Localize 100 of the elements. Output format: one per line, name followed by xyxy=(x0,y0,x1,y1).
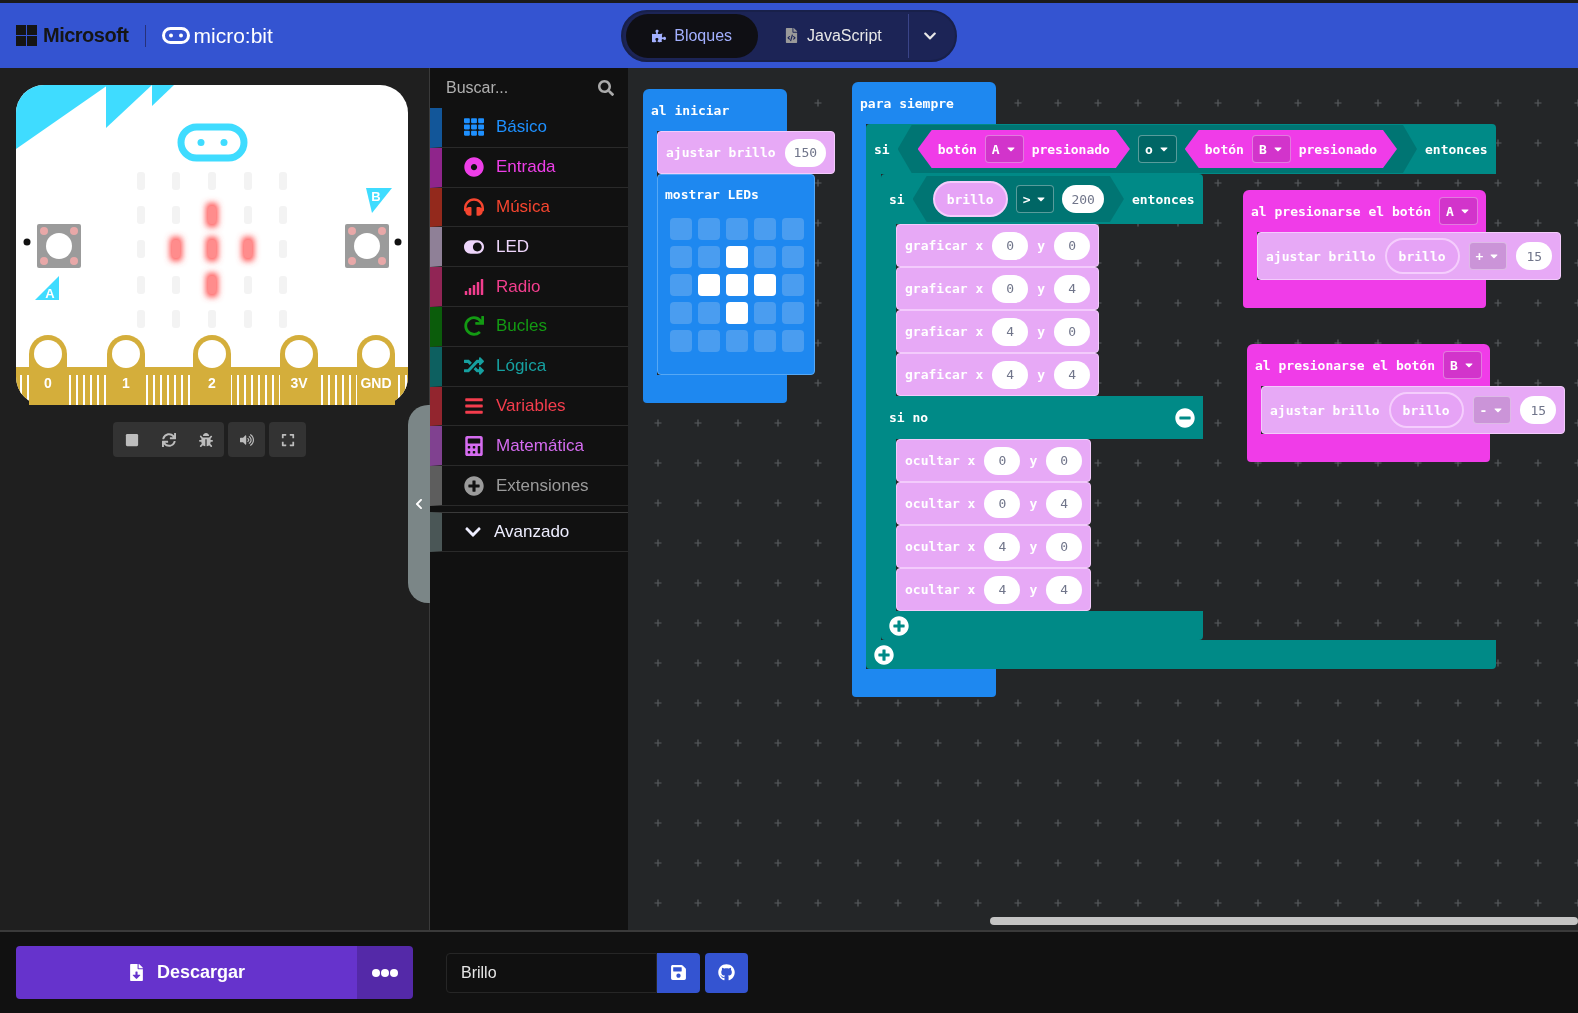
statement-block[interactable]: graficar x 4 y 4 xyxy=(896,353,1100,396)
push-button[interactable] xyxy=(345,224,402,268)
statement-block[interactable]: graficar x 4 y 0 xyxy=(896,310,1100,353)
brand-name: Microsoft xyxy=(43,24,129,47)
dropdown[interactable]: > xyxy=(1015,185,1055,213)
dropdown[interactable]: A xyxy=(1439,197,1478,225)
led-toggle[interactable] xyxy=(698,274,720,296)
led-toggle[interactable] xyxy=(670,246,692,268)
dropdown[interactable]: o xyxy=(1137,135,1177,163)
editor-tab[interactable]: Bloques xyxy=(626,13,759,58)
puzzle-icon xyxy=(652,28,667,43)
number-field[interactable]: 4 xyxy=(1046,575,1083,604)
led-toggle[interactable] xyxy=(754,246,776,268)
led-toggle[interactable] xyxy=(754,302,776,324)
led-toggle[interactable] xyxy=(698,330,720,352)
statement-block[interactable]: ajustar brillo brillo + 15 xyxy=(1257,232,1562,280)
led-toggle[interactable] xyxy=(670,218,692,240)
number-field[interactable]: 0 xyxy=(984,489,1021,518)
number-field[interactable]: 0 xyxy=(992,274,1029,303)
number-field[interactable]: 15 xyxy=(1520,396,1557,424)
number-field[interactable]: 4 xyxy=(1054,360,1091,389)
boolean-block[interactable]: botón A presionado xyxy=(917,130,1130,168)
download-button[interactable]: Descargar xyxy=(16,946,357,999)
restart-icon xyxy=(161,432,176,447)
led-toggle[interactable] xyxy=(670,302,692,324)
number-field[interactable]: 0 xyxy=(992,231,1029,260)
search-field[interactable]: Buscar... xyxy=(446,75,592,101)
led-toggle[interactable] xyxy=(754,218,776,240)
led-toggle[interactable] xyxy=(782,274,804,296)
statement-block[interactable]: ajustar brillo brillo - 15 xyxy=(1261,386,1566,434)
search-icon[interactable] xyxy=(598,80,614,96)
led-toggle[interactable] xyxy=(726,330,748,352)
block-label: ocultar x xyxy=(905,539,976,554)
number-field[interactable]: 4 xyxy=(984,532,1021,561)
number-field[interactable]: 4 xyxy=(992,360,1029,389)
led-toggle[interactable] xyxy=(670,274,692,296)
number-field[interactable]: 15 xyxy=(1516,242,1553,270)
led-toggle[interactable] xyxy=(670,330,692,352)
number-field[interactable]: 4 xyxy=(1054,274,1091,303)
statement-block[interactable]: ocultar x 0 y 0 xyxy=(896,439,1092,482)
boolean-block[interactable]: botón B presionado xyxy=(1184,130,1397,168)
scrollbar[interactable] xyxy=(990,917,1578,925)
boolean-block[interactable]: brillo > 200 xyxy=(912,176,1124,222)
save-button[interactable] xyxy=(657,952,700,993)
block-label: y xyxy=(1037,367,1046,382)
block-label: graficar x xyxy=(905,367,984,382)
led-toggle[interactable] xyxy=(782,330,804,352)
led-toggle[interactable] xyxy=(726,302,748,324)
block-label: graficar x xyxy=(905,281,984,296)
dropdown[interactable]: B xyxy=(1251,135,1291,163)
dropdown[interactable]: A xyxy=(984,135,1024,163)
led-toggle[interactable] xyxy=(754,274,776,296)
save-icon xyxy=(670,964,687,981)
led-toggle[interactable] xyxy=(726,274,748,296)
number-field[interactable]: 200 xyxy=(1062,185,1104,213)
number-field[interactable]: 4 xyxy=(992,317,1029,346)
shuffle-icon xyxy=(464,356,484,377)
statement-block[interactable]: ocultar x 4 y 4 xyxy=(896,568,1092,611)
editor-tab[interactable]: JavaScript xyxy=(758,13,908,58)
project-name-field[interactable]: Brillo xyxy=(446,952,657,993)
code-file-icon xyxy=(784,28,800,43)
led-toggle[interactable] xyxy=(782,302,804,324)
led-toggle[interactable] xyxy=(782,218,804,240)
more-button[interactable] xyxy=(357,946,413,999)
download-icon xyxy=(127,964,145,981)
statement-block[interactable]: ajustar brillo 150 xyxy=(657,131,836,174)
led-toggle[interactable] xyxy=(726,218,748,240)
push-button[interactable] xyxy=(23,224,81,268)
show-leds-block[interactable]: mostrar LEDs xyxy=(657,174,815,375)
led-toggle[interactable] xyxy=(782,246,804,268)
led-toggle[interactable] xyxy=(698,302,720,324)
dropdown[interactable]: B xyxy=(1443,351,1482,379)
if-block-header[interactable]: si botón A presionado o botón B presionado entonces xyxy=(866,124,1496,174)
led-toggle[interactable] xyxy=(698,246,720,268)
boolean-block[interactable]: botón A presionado o botón B presionado xyxy=(897,125,1417,173)
block-label: y xyxy=(1029,453,1038,468)
statement-block[interactable]: graficar x 0 y 0 xyxy=(896,224,1100,267)
event-block-header[interactable]: al presionarse el botón A xyxy=(1243,190,1486,232)
led-toggle[interactable] xyxy=(698,218,720,240)
statement-block[interactable]: ocultar x 4 y 0 xyxy=(896,525,1092,568)
number-field[interactable]: 0 xyxy=(1046,446,1083,475)
number-field[interactable]: 0 xyxy=(1054,317,1091,346)
statement-block[interactable]: ocultar x 0 y 4 xyxy=(896,482,1092,525)
if-block-header[interactable]: si brillo > 200 entonces xyxy=(881,174,1203,224)
collapse-handle[interactable] xyxy=(408,405,430,603)
event-block-header[interactable]: para siempre xyxy=(852,82,996,124)
number-field[interactable]: 0 xyxy=(1054,231,1091,260)
led-toggle[interactable] xyxy=(726,246,748,268)
statement-block[interactable]: graficar x 0 y 4 xyxy=(896,267,1100,310)
number-field[interactable]: 150 xyxy=(784,138,827,167)
event-block-header[interactable]: al presionarse el botón B xyxy=(1247,344,1490,386)
event-block-header[interactable]: al iniciar xyxy=(643,89,787,131)
number-field[interactable]: 0 xyxy=(1046,532,1083,561)
loop-arrow-icon xyxy=(464,316,484,337)
number-field[interactable]: 4 xyxy=(1046,489,1083,518)
github-button[interactable] xyxy=(705,952,748,993)
number-field[interactable]: 4 xyxy=(984,575,1021,604)
block-label: graficar x xyxy=(905,238,984,253)
led-toggle[interactable] xyxy=(754,330,776,352)
number-field[interactable]: 0 xyxy=(984,446,1021,475)
